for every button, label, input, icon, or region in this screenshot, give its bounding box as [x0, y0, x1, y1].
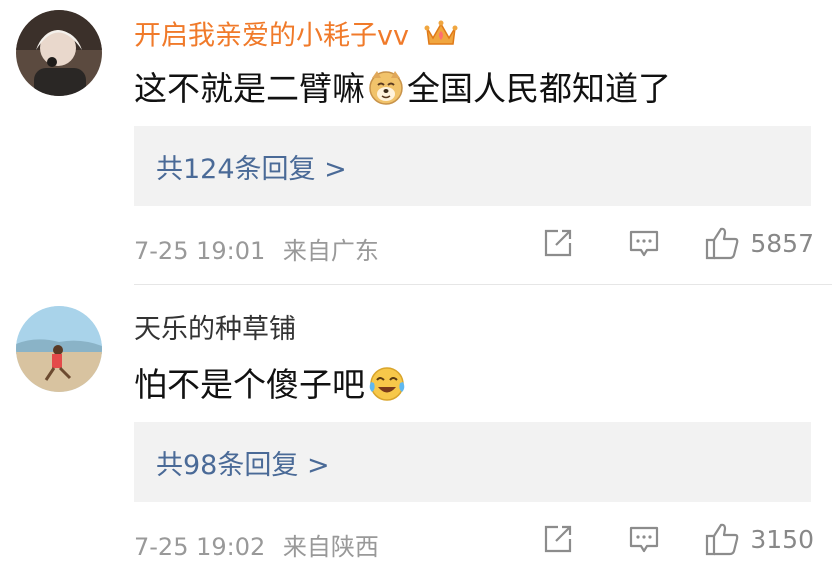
comment-item: 天乐的种草铺 怕不是个傻子吧 共98条回复 > 7-25 19:02 来自陕西 [0, 296, 832, 574]
view-replies-link[interactable]: 共98条回复 > [156, 443, 330, 482]
share-icon[interactable] [542, 227, 574, 259]
comment-time: 7-25 19:01 [134, 237, 266, 265]
comment-location: 来自陕西 [282, 533, 379, 561]
like-button[interactable]: 5857 [704, 226, 814, 260]
replies-box[interactable]: 共124条回复 > [134, 126, 811, 206]
comment-text-part: 怕不是个傻子吧 [134, 365, 365, 404]
comment-item: 开启我亲爱的小耗子vv 这不就是二臂嘛 全国人民都知道了 共124条回复 > 7… [0, 0, 832, 285]
username-text[interactable]: 开启我亲爱的小耗子vv [134, 21, 409, 52]
username[interactable]: 开启我亲爱的小耗子vv [134, 18, 458, 56]
like-count: 3150 [750, 524, 814, 554]
reply-comment-icon[interactable] [628, 227, 660, 259]
share-icon[interactable] [542, 523, 574, 555]
user-avatar[interactable] [16, 10, 102, 96]
comment-meta: 7-25 19:01 来自广东 [134, 231, 379, 266]
comment-meta: 7-25 19:02 来自陕西 [134, 527, 379, 562]
username[interactable]: 天乐的种草铺 [134, 314, 296, 346]
comment-divider [134, 284, 832, 285]
comment-text: 怕不是个傻子吧 [134, 364, 409, 411]
comment-location: 来自广东 [282, 237, 379, 265]
comment-text-part: 全国人民都知道了 [407, 69, 671, 108]
comment-text-part: 这不就是二臂嘛 [134, 69, 365, 108]
comment-text: 这不就是二臂嘛 全国人民都知道了 [134, 68, 671, 115]
comment-actions: 3150 [542, 522, 814, 556]
doge-emoji-icon [367, 68, 405, 115]
user-avatar[interactable] [16, 306, 102, 392]
laugh-cry-emoji-icon [367, 364, 407, 411]
crown-icon [424, 18, 458, 56]
username-text[interactable]: 天乐的种草铺 [134, 314, 296, 345]
replies-box[interactable]: 共98条回复 > [134, 422, 811, 502]
thumbs-up-icon[interactable] [704, 522, 740, 556]
reply-comment-icon[interactable] [628, 523, 660, 555]
comment-actions: 5857 [542, 226, 814, 260]
thumbs-up-icon[interactable] [704, 226, 740, 260]
like-count: 5857 [750, 228, 814, 258]
like-button[interactable]: 3150 [704, 522, 814, 556]
comment-time: 7-25 19:02 [134, 533, 266, 561]
view-replies-link[interactable]: 共124条回复 > [156, 147, 347, 186]
